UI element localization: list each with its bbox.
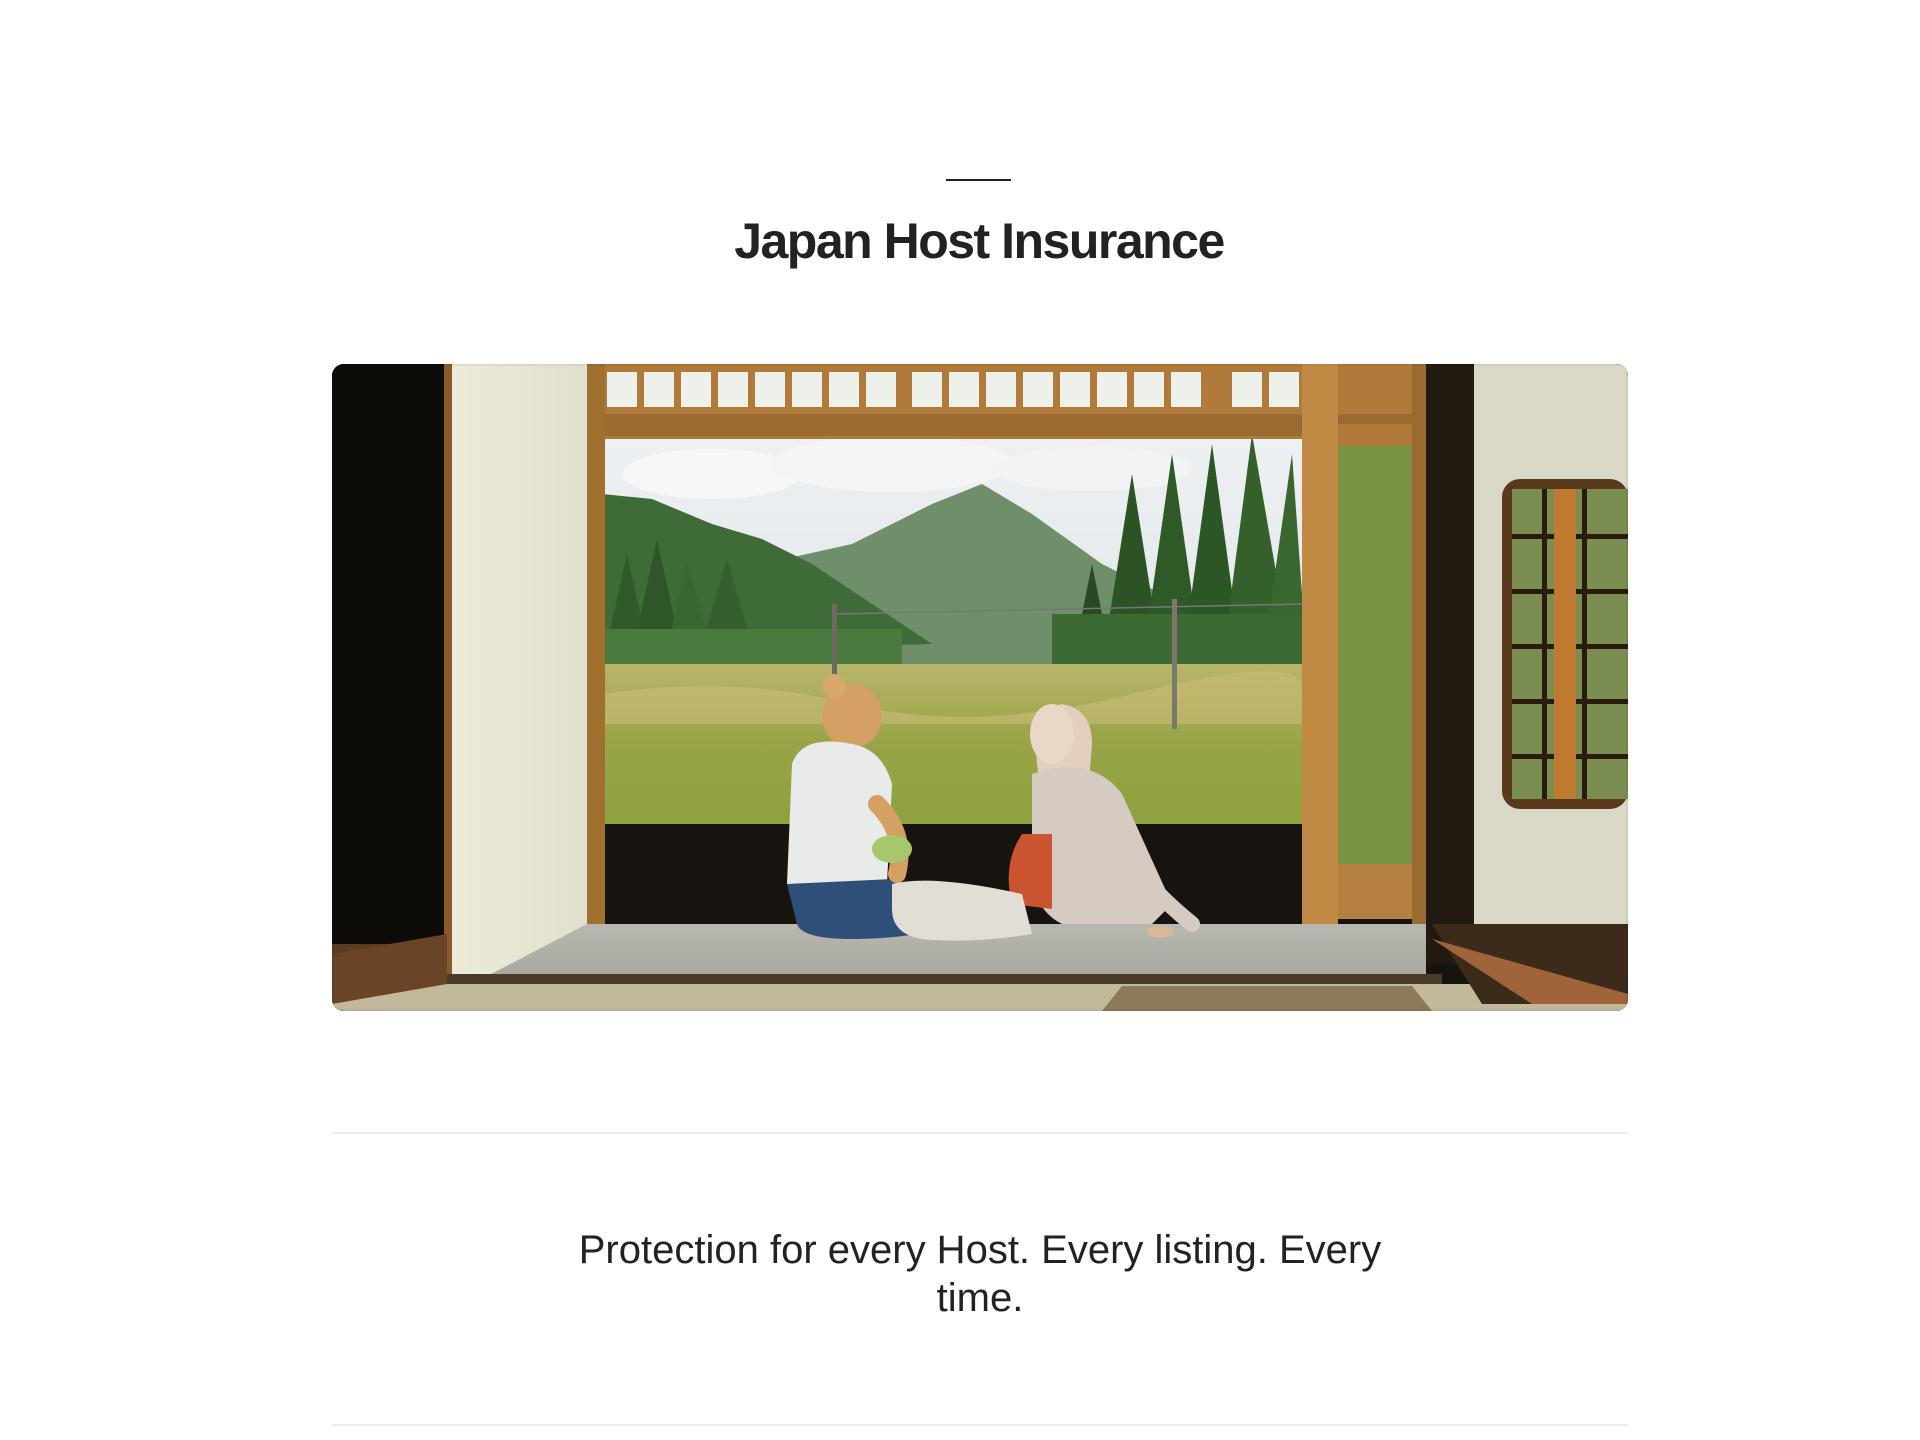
- title-accent-rule: [946, 179, 1011, 181]
- section-divider-top: [332, 1132, 1628, 1134]
- hero-image: [332, 364, 1628, 1011]
- tagline: Protection for every Host. Every listing…: [578, 1228, 1382, 1320]
- host-insurance-page: Japan Host Insurance Protection for ever…: [0, 0, 1920, 1440]
- page-title: Japan Host Insurance: [734, 213, 1225, 269]
- hero-photo-icon: [332, 364, 1628, 1011]
- section-divider-bottom: [332, 1424, 1628, 1426]
